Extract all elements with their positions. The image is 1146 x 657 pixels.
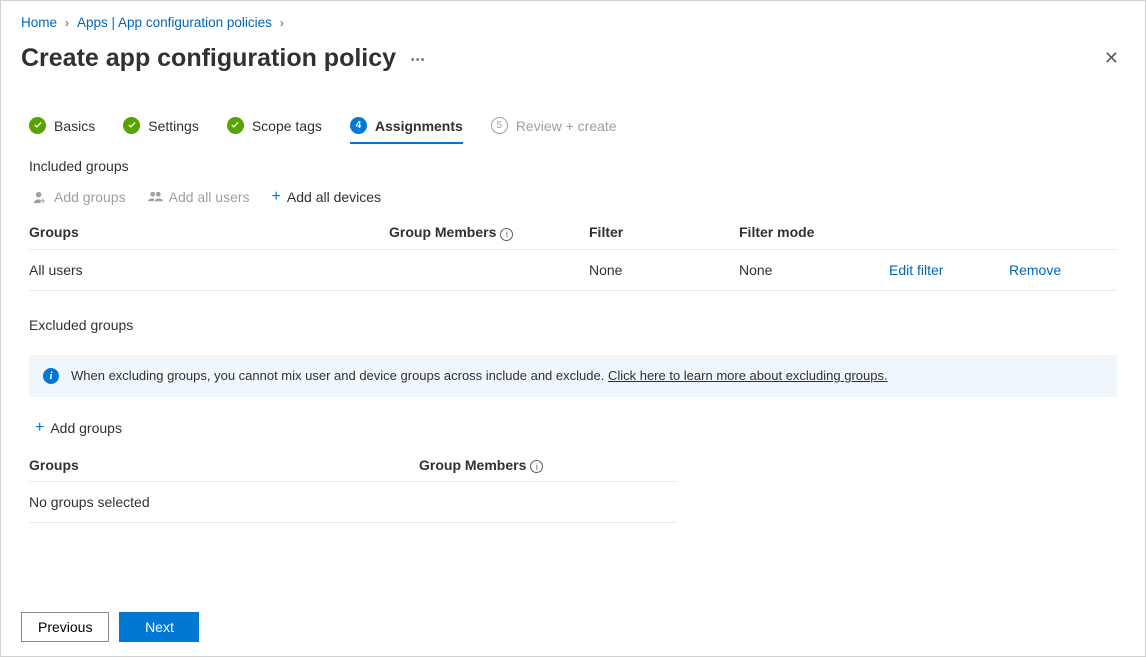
more-options-icon[interactable]: ⋯ bbox=[410, 50, 427, 68]
chevron-right-icon: › bbox=[65, 16, 69, 30]
tab-settings[interactable]: Settings bbox=[123, 117, 199, 144]
button-label: Add all devices bbox=[287, 189, 381, 205]
info-banner: i When excluding groups, you cannot mix … bbox=[29, 355, 1117, 397]
tab-label: Basics bbox=[54, 118, 95, 134]
previous-button[interactable]: Previous bbox=[21, 612, 109, 642]
add-all-users-button[interactable]: Add all users bbox=[148, 189, 250, 205]
tab-label: Scope tags bbox=[252, 118, 322, 134]
included-groups-label: Included groups bbox=[1, 144, 1145, 184]
info-text: When excluding groups, you cannot mix us… bbox=[71, 368, 888, 383]
add-all-devices-button[interactable]: + Add all devices bbox=[272, 188, 382, 206]
person-add-icon bbox=[33, 190, 48, 205]
footer: Previous Next bbox=[1, 602, 219, 656]
people-icon bbox=[148, 190, 163, 205]
step-tabs: Basics Settings Scope tags 4 Assignments… bbox=[1, 75, 1145, 144]
col-groups: Groups bbox=[29, 224, 389, 240]
step-number-icon: 4 bbox=[350, 117, 367, 134]
included-groups-table: Groups Group Membersi Filter Filter mode… bbox=[29, 216, 1117, 291]
cell-group: All users bbox=[29, 262, 389, 278]
add-groups-button[interactable]: Add groups bbox=[33, 189, 126, 205]
plus-icon: + bbox=[272, 188, 281, 206]
info-learn-more-link[interactable]: Click here to learn more about excluding… bbox=[608, 368, 888, 383]
check-icon bbox=[123, 117, 140, 134]
excluded-add-groups-button[interactable]: + Add groups bbox=[1, 397, 1145, 449]
col-members: Group Membersi bbox=[389, 224, 589, 241]
button-label: Add groups bbox=[50, 420, 122, 436]
tab-label: Review + create bbox=[516, 118, 617, 134]
col-members: Group Membersi bbox=[419, 457, 677, 474]
cell-filter-mode: None bbox=[739, 262, 889, 278]
tab-label: Assignments bbox=[375, 118, 463, 134]
plus-icon: + bbox=[35, 419, 44, 437]
page-title: Create app configuration policy bbox=[21, 44, 396, 73]
edit-filter-link[interactable]: Edit filter bbox=[889, 262, 1009, 278]
col-filter-mode: Filter mode bbox=[739, 224, 889, 240]
chevron-right-icon: › bbox=[280, 16, 284, 30]
col-groups: Groups bbox=[29, 457, 419, 473]
check-icon bbox=[227, 117, 244, 134]
cell-filter: None bbox=[589, 262, 739, 278]
button-label: Add all users bbox=[169, 189, 250, 205]
breadcrumb-home[interactable]: Home bbox=[21, 15, 57, 30]
next-button[interactable]: Next bbox=[119, 612, 199, 642]
tab-assignments[interactable]: 4 Assignments bbox=[350, 117, 463, 144]
included-action-row: Add groups Add all users + Add all devic… bbox=[1, 184, 1145, 216]
col-filter: Filter bbox=[589, 224, 739, 240]
button-label: Add groups bbox=[54, 189, 126, 205]
remove-link[interactable]: Remove bbox=[1009, 262, 1109, 278]
table-row: All users None None Edit filter Remove bbox=[29, 250, 1117, 291]
info-icon[interactable]: i bbox=[530, 460, 543, 473]
tab-label: Settings bbox=[148, 118, 199, 134]
page-header: Create app configuration policy ⋯ ✕ bbox=[1, 34, 1145, 75]
info-icon[interactable]: i bbox=[500, 228, 513, 241]
info-icon: i bbox=[43, 368, 59, 384]
breadcrumb-apps[interactable]: Apps | App configuration policies bbox=[77, 15, 272, 30]
breadcrumb: Home › Apps | App configuration policies… bbox=[1, 1, 1145, 34]
tab-basics[interactable]: Basics bbox=[29, 117, 95, 144]
check-icon bbox=[29, 117, 46, 134]
tab-scope-tags[interactable]: Scope tags bbox=[227, 117, 322, 144]
tab-review-create: 5 Review + create bbox=[491, 117, 617, 144]
excluded-groups-table: Groups Group Membersi No groups selected bbox=[29, 449, 677, 524]
table-row-empty: No groups selected bbox=[29, 482, 677, 523]
close-button[interactable]: ✕ bbox=[1098, 42, 1125, 75]
step-number-icon: 5 bbox=[491, 117, 508, 134]
excluded-groups-label: Excluded groups bbox=[1, 291, 1145, 355]
empty-message: No groups selected bbox=[29, 494, 419, 510]
